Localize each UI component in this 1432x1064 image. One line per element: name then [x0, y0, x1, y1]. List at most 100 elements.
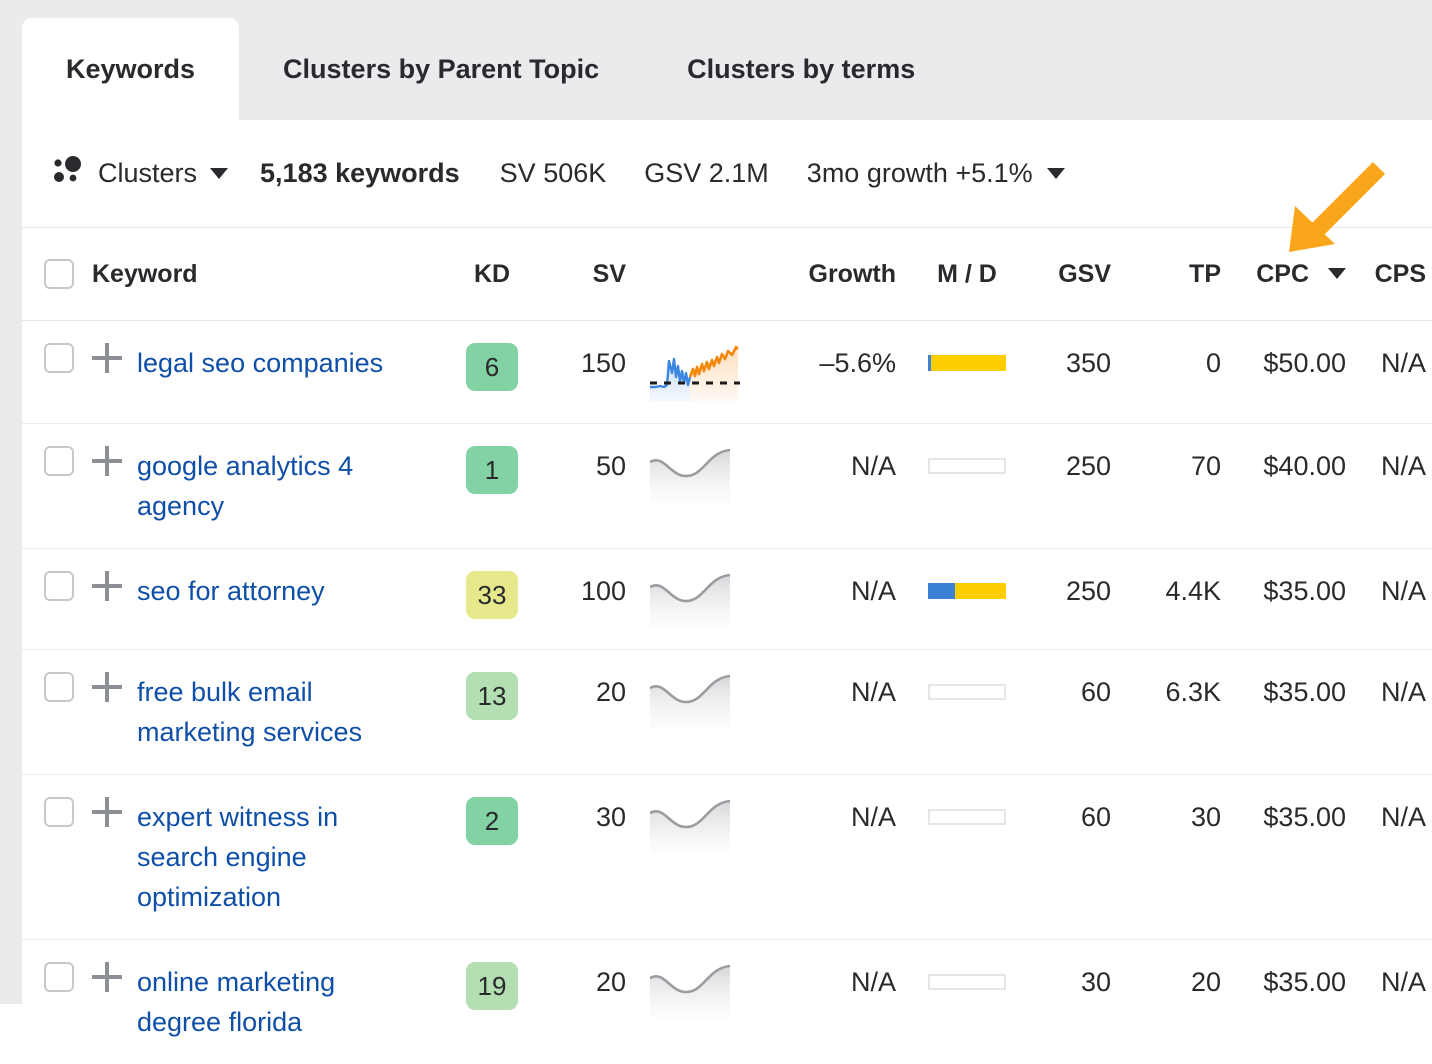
keyword-cell: online marketing degree florida: [137, 940, 437, 1064]
column-header-sparkline: [642, 228, 772, 321]
keyword-cell: legal seo companies: [137, 321, 437, 424]
table-row[interactable]: free bulk email marketing services1320 N/…: [22, 650, 1432, 775]
add-keyword-icon[interactable]: [92, 962, 122, 992]
column-header-md[interactable]: M / D: [912, 228, 1022, 321]
select-all-checkbox[interactable]: [44, 259, 74, 289]
growth-cell: N/A: [772, 650, 912, 775]
column-header-kd[interactable]: KD: [437, 228, 547, 321]
table-row[interactable]: online marketing degree florida1920N/A30…: [22, 940, 1432, 1064]
md-bar-yellow-segment: [931, 355, 1006, 371]
sparkline-wave: [650, 446, 730, 502]
sparkline-cell: [642, 775, 772, 940]
row-checkbox[interactable]: [44, 797, 74, 827]
growth-dropdown[interactable]: 3mo growth +5.1%: [807, 158, 1065, 189]
add-keyword-icon[interactable]: [92, 797, 122, 827]
column-header-cps[interactable]: CPS: [1362, 228, 1432, 321]
row-checkbox[interactable]: [44, 672, 74, 702]
clusters-dropdown[interactable]: Clusters: [52, 156, 228, 191]
sv-cell: 30: [547, 775, 642, 940]
growth-cell: N/A: [772, 424, 912, 549]
keyword-link[interactable]: expert witness in search engine optimiza…: [137, 797, 437, 917]
add-keyword-icon[interactable]: [92, 672, 122, 702]
add-keyword-icon[interactable]: [92, 446, 122, 476]
row-checkbox[interactable]: [44, 571, 74, 601]
sparkline-cell: [642, 424, 772, 549]
md-bar-blue-segment: [928, 583, 955, 599]
keyword-cell: expert witness in search engine optimiza…: [137, 775, 437, 940]
md-bar: [928, 583, 1006, 599]
md-bar-yellow-segment: [955, 583, 1006, 599]
column-header-tp[interactable]: TP: [1127, 228, 1237, 321]
chevron-down-icon: [210, 168, 228, 179]
kd-cell: 13: [437, 650, 547, 775]
row-checkbox[interactable]: [44, 446, 74, 476]
keyword-link[interactable]: online marketing degree florida: [137, 962, 437, 1042]
cpc-cell: $35.00: [1237, 775, 1362, 940]
sparkline-wave: [650, 672, 730, 728]
left-gutter: [0, 0, 22, 1004]
kd-cell: 2: [437, 775, 547, 940]
column-header-keyword[interactable]: Keyword: [92, 228, 437, 321]
table-row[interactable]: google analytics 4 agency150N/A25070$40.…: [22, 424, 1432, 549]
row-select-cell: [22, 549, 92, 650]
md-bar: [928, 355, 1006, 371]
tab-keywords-label: Keywords: [66, 54, 195, 85]
keyword-count: 5,183 keywords: [260, 158, 460, 189]
tab-clusters-by-parent-topic-label: Clusters by Parent Topic: [283, 54, 599, 85]
row-checkbox[interactable]: [44, 962, 74, 992]
kd-cell: 6: [437, 321, 547, 424]
column-header-cps-label: CPS: [1375, 260, 1426, 288]
cps-cell: N/A: [1362, 549, 1432, 650]
cpc-cell: $50.00: [1237, 321, 1362, 424]
sv-cell: 20: [547, 650, 642, 775]
table-row[interactable]: seo for attorney33100N/A2504.4K$35.00N/A: [22, 549, 1432, 650]
keyword-link[interactable]: free bulk email marketing services: [137, 672, 437, 752]
column-header-keyword-label: Keyword: [92, 260, 198, 288]
column-header-growth[interactable]: Growth: [772, 228, 912, 321]
row-add-cell: [92, 650, 137, 775]
cpc-cell: $40.00: [1237, 424, 1362, 549]
keyword-link[interactable]: legal seo companies: [137, 343, 437, 383]
sparkline-cell: [642, 549, 772, 650]
sparkline-wave: [650, 962, 730, 1018]
tab-clusters-by-terms[interactable]: Clusters by terms: [643, 18, 959, 120]
tp-cell: 4.4K: [1127, 549, 1237, 650]
sv-cell: 20: [547, 940, 642, 1064]
column-header-gsv[interactable]: GSV: [1022, 228, 1127, 321]
gsv-cell: 250: [1022, 549, 1127, 650]
keyword-link[interactable]: google analytics 4 agency: [137, 446, 437, 526]
sparkline-cell: [642, 650, 772, 775]
sparkline-cell: [642, 321, 772, 424]
row-add-cell: [92, 549, 137, 650]
tab-clusters-by-parent-topic[interactable]: Clusters by Parent Topic: [239, 18, 643, 120]
md-cell: [912, 549, 1022, 650]
tp-cell: 70: [1127, 424, 1237, 549]
sv-cell: 50: [547, 424, 642, 549]
add-keyword-icon[interactable]: [92, 571, 122, 601]
chevron-down-icon: [1047, 168, 1065, 179]
tp-cell: 6.3K: [1127, 650, 1237, 775]
row-checkbox[interactable]: [44, 343, 74, 373]
growth-cell: N/A: [772, 940, 912, 1064]
row-select-cell: [22, 940, 92, 1064]
keyword-link[interactable]: seo for attorney: [137, 571, 437, 611]
cps-cell: N/A: [1362, 424, 1432, 549]
add-keyword-icon[interactable]: [92, 343, 122, 373]
kd-badge: 2: [466, 797, 518, 845]
row-select-cell: [22, 424, 92, 549]
tab-list: Keywords Clusters by Parent Topic Cluste…: [22, 18, 959, 120]
kd-badge: 33: [466, 571, 518, 619]
table-row[interactable]: legal seo companies6150–5.6%3500$50.00N/…: [22, 321, 1432, 424]
row-add-cell: [92, 940, 137, 1064]
gsv-cell: 60: [1022, 650, 1127, 775]
column-header-sv[interactable]: SV: [547, 228, 642, 321]
gsv-cell: 250: [1022, 424, 1127, 549]
column-header-cpc[interactable]: CPC: [1237, 228, 1362, 321]
tab-keywords[interactable]: Keywords: [22, 18, 239, 120]
sv-cell: 150: [547, 321, 642, 424]
column-header-sv-label: SV: [593, 260, 626, 288]
sparkline-cell: [642, 940, 772, 1064]
sv-summary: SV 506K: [500, 158, 607, 189]
clusters-dropdown-label: Clusters: [98, 158, 197, 189]
table-row[interactable]: expert witness in search engine optimiza…: [22, 775, 1432, 940]
